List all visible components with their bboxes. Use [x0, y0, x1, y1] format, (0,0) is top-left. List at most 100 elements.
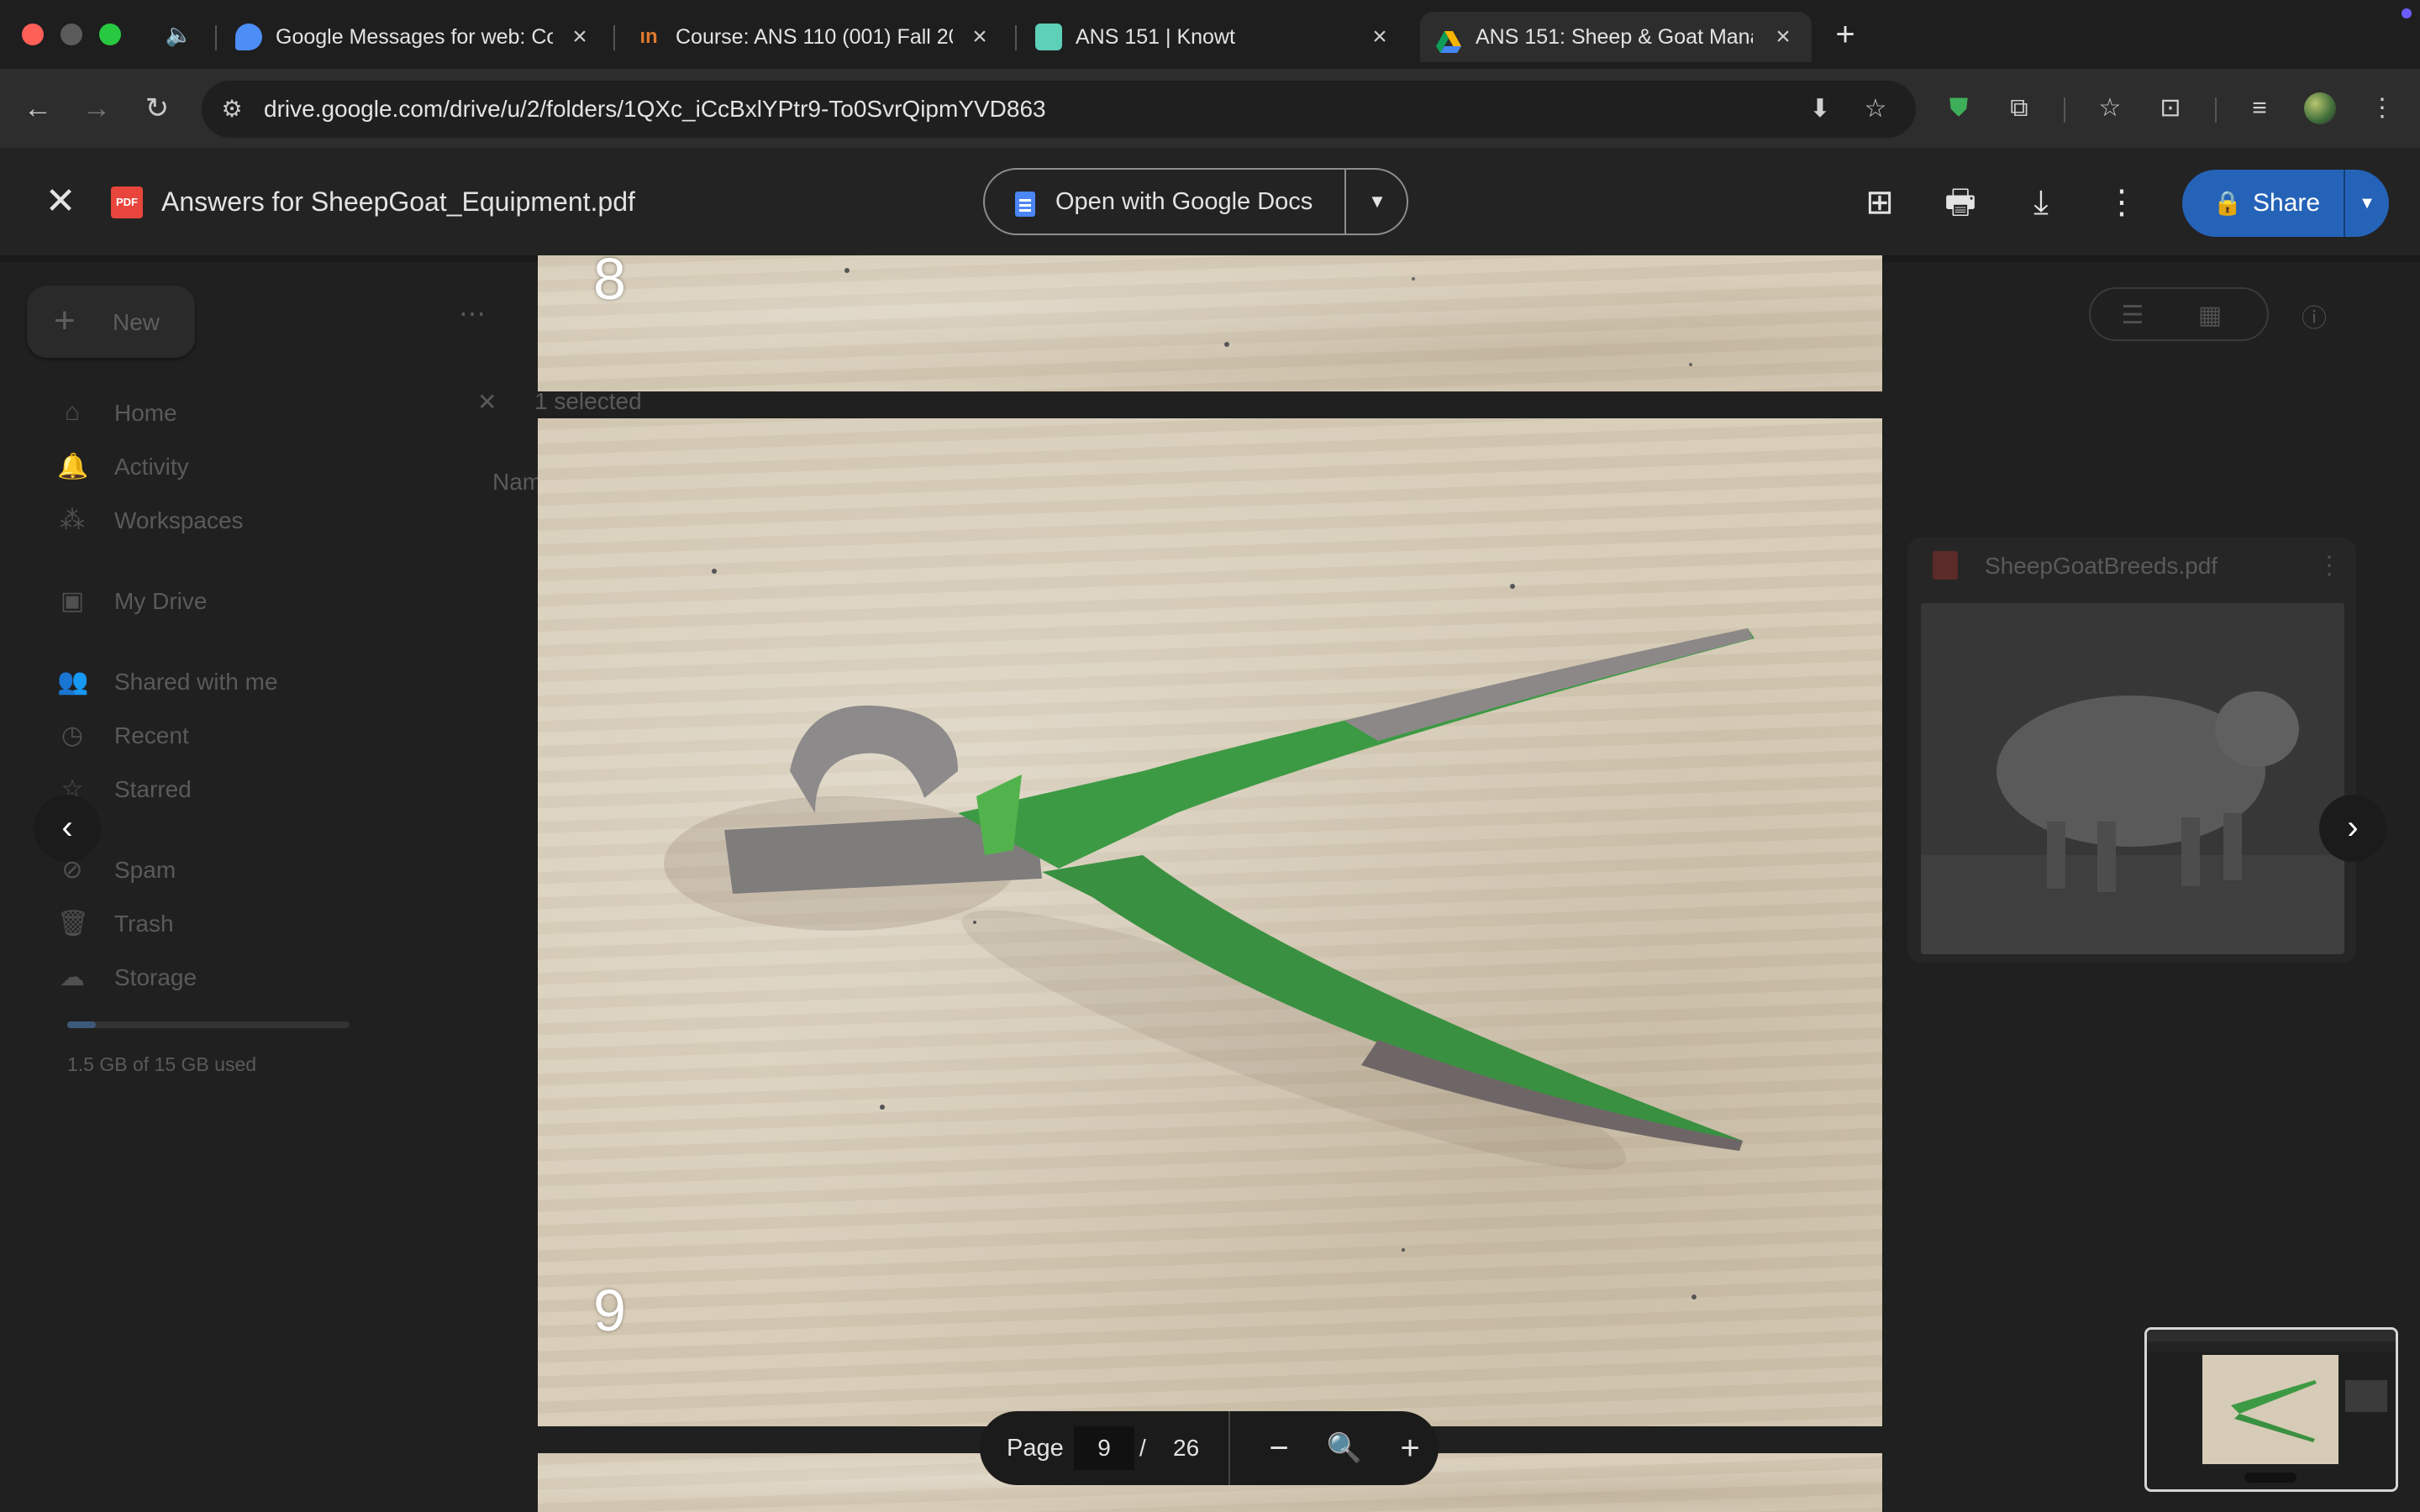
- reload-icon[interactable]: ↻: [138, 89, 176, 128]
- bookmark-star-icon[interactable]: ☆: [1857, 91, 1894, 128]
- cloud-icon: ☁: [60, 963, 85, 991]
- back-arrow-icon[interactable]: ←: [18, 89, 57, 128]
- profile-indicator: [2402, 8, 2412, 18]
- screen-thumbnail-preview: [2144, 1327, 2398, 1492]
- address-bar[interactable]: ⚙ drive.google.com/drive/u/2/folders/1QX…: [202, 81, 1916, 138]
- tab-canvas-course[interactable]: ın Course: ANS 110 (001) Fall 20 ×: [620, 12, 1008, 62]
- column-header-name: Nam: [492, 469, 543, 495]
- sidebar-item-trash: Trash: [114, 911, 174, 937]
- info-icon: ⓘ: [2302, 305, 2327, 333]
- open-with-button[interactable]: Open with Google Docs ▼: [983, 168, 1408, 235]
- google-messages-icon: [235, 24, 262, 50]
- zoom-icon[interactable]: 🔍: [1323, 1426, 1366, 1470]
- file-title: Answers for SheepGoat_Equipment.pdf: [161, 186, 635, 217]
- current-page-input[interactable]: 9: [1074, 1426, 1134, 1470]
- page-number-label: 9: [593, 1278, 626, 1343]
- close-icon[interactable]: ×: [1768, 12, 1798, 62]
- list-view-icon: ☰: [2121, 302, 2144, 329]
- close-icon[interactable]: ×: [965, 12, 995, 62]
- zoom-in-icon[interactable]: +: [1388, 1426, 1432, 1470]
- tab-title: ANS 151: Sheep & Goat Mana: [1476, 25, 1753, 49]
- sidebar-item-shared: Shared with me: [114, 669, 278, 695]
- next-file-button[interactable]: ›: [2319, 795, 2386, 862]
- share-label: Share: [2253, 189, 2321, 217]
- pdf-viewer-header: ✕ PDF Answers for SheepGoat_Equipment.pd…: [0, 148, 2420, 255]
- pdf-page: 9: [538, 418, 1882, 1426]
- page-separator: /: [1139, 1435, 1146, 1461]
- download-icon[interactable]: ⤓: [2020, 181, 2062, 223]
- close-viewer-button[interactable]: ✕: [40, 181, 81, 222]
- new-button-label: New: [113, 309, 160, 335]
- sidebar-item-my-drive: My Drive: [114, 588, 208, 614]
- shared-icon: 👥: [57, 668, 89, 696]
- selection-count: 1 selected: [534, 388, 642, 414]
- forward-arrow-icon[interactable]: →: [77, 89, 116, 128]
- sidebar-item-starred: Starred: [114, 776, 192, 802]
- page-texture: [844, 268, 1692, 366]
- window-minimize-button[interactable]: [60, 24, 82, 45]
- google-drive-icon: [1435, 24, 1462, 53]
- more-vertical-icon[interactable]: ⋮: [2363, 89, 2402, 128]
- print-icon[interactable]: 🖶: [1939, 181, 1981, 223]
- bookmarks-icon[interactable]: ☆: [2091, 89, 2129, 128]
- previous-file-button[interactable]: ‹: [34, 795, 101, 862]
- chevron-down-icon[interactable]: ▼: [1346, 170, 1408, 234]
- sidebar-item-activity: Activity: [114, 454, 189, 480]
- more-vertical-icon: ⋮: [2317, 552, 2342, 580]
- tab-knowt[interactable]: ANS 151 | Knowt ×: [1020, 12, 1408, 62]
- close-icon[interactable]: ×: [565, 12, 595, 62]
- sidebar-item-storage: Storage: [114, 964, 197, 990]
- extensions-puzzle-icon[interactable]: ⧉: [2000, 89, 2039, 128]
- browser-toolbar: ← → ↻ ⚙ drive.google.com/drive/u/2/folde…: [0, 69, 2420, 148]
- tab-divider: [1015, 25, 1017, 50]
- total-pages: 26: [1173, 1435, 1200, 1461]
- close-icon[interactable]: ×: [1365, 12, 1395, 62]
- file-card: SheepGoatBreeds.pdf ⋮: [1907, 538, 2356, 963]
- add-comment-icon[interactable]: ⊞: [1859, 181, 1901, 223]
- pdf-page: 8: [538, 255, 1882, 391]
- share-button[interactable]: 🔒 Share ▼: [2182, 170, 2389, 237]
- sidebar-item-spam: Spam: [114, 857, 176, 883]
- storage-usage-bar: [67, 1021, 350, 1028]
- trash-icon: 🗑: [57, 910, 90, 937]
- lock-icon: 🔒: [2212, 190, 2243, 216]
- zoom-out-icon[interactable]: −: [1257, 1426, 1301, 1470]
- install-app-icon[interactable]: ⬇: [1802, 91, 1839, 128]
- tab-divider: [613, 25, 615, 50]
- url-text[interactable]: drive.google.com/drive/u/2/folders/1QXc_…: [264, 81, 1046, 138]
- sidebar-item-workspaces: Workspaces: [114, 507, 244, 533]
- media-controls-icon[interactable]: ≡: [2240, 89, 2279, 128]
- chevron-down-icon[interactable]: ▼: [2345, 170, 2389, 237]
- home-icon: ⌂: [64, 398, 81, 426]
- site-info-icon[interactable]: ⚙: [215, 92, 249, 126]
- sheep-thumbnail: [1921, 603, 2344, 954]
- more-horizontal-icon: ⋯: [459, 298, 486, 328]
- shield-extension-icon[interactable]: ⛊: [1939, 89, 1978, 128]
- tab-title: Google Messages for web: Co: [276, 25, 553, 49]
- speaker-icon[interactable]: 🔈: [165, 20, 193, 49]
- tab-search-icon[interactable]: ⊡: [2151, 89, 2190, 128]
- tab-google-drive[interactable]: ANS 151: Sheep & Goat Mana ×: [1420, 12, 1812, 62]
- google-docs-icon: [1015, 192, 1035, 217]
- hoof-trimmer-photo: [664, 569, 1754, 1299]
- more-vertical-icon[interactable]: ⋮: [2101, 181, 2143, 223]
- pdf-icon: PDF: [111, 186, 143, 218]
- profile-avatar-icon[interactable]: [2301, 89, 2339, 128]
- window-maximize-button[interactable]: [99, 24, 121, 45]
- canvas-icon: ın: [639, 25, 658, 48]
- bell-icon: 🔔: [57, 453, 89, 480]
- new-tab-button[interactable]: +: [1828, 15, 1862, 54]
- grid-view-icon: ▦: [2197, 302, 2223, 329]
- window-close-button[interactable]: [22, 24, 44, 45]
- control-divider: [1228, 1411, 1230, 1485]
- file-card-name: SheepGoatBreeds.pdf: [1985, 553, 2218, 579]
- toolbar-divider: [2064, 97, 2065, 123]
- tab-google-messages[interactable]: Google Messages for web: Co ×: [220, 12, 608, 62]
- knowt-icon: [1035, 24, 1062, 50]
- view-toggle: ☰ ▦: [2089, 287, 2269, 341]
- tab-title: ANS 151 | Knowt: [1076, 25, 1235, 49]
- sidebar-item-home: Home: [114, 400, 177, 426]
- sidebar-item-recent: Recent: [114, 722, 189, 748]
- tab-divider: [215, 25, 217, 50]
- clear-selection-icon: ✕: [477, 389, 497, 415]
